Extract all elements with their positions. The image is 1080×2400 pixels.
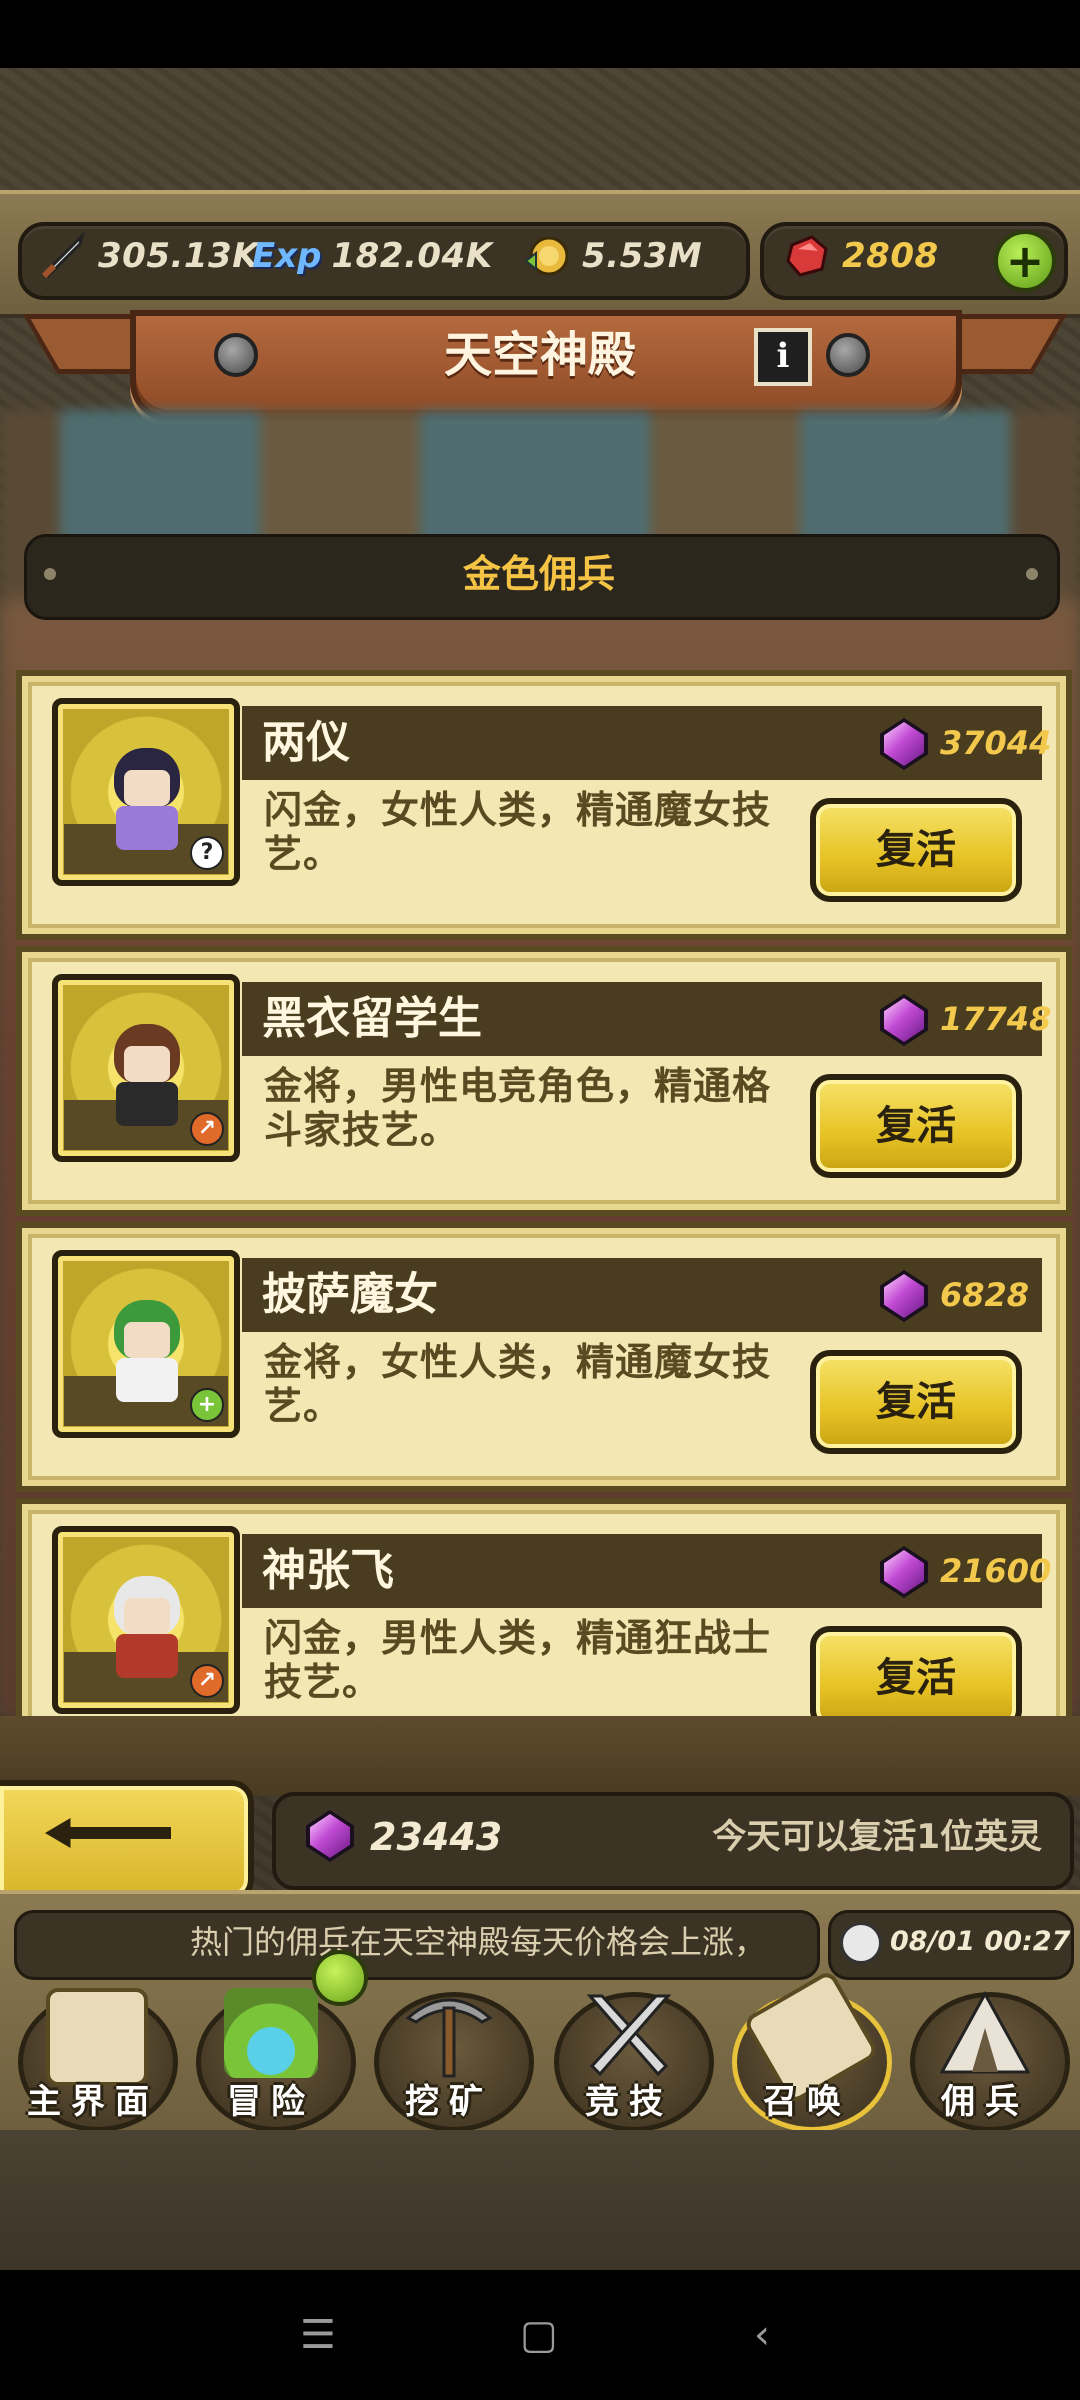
hero-card: + 披萨魔女 6828 金将，女性人类，精通魔女技艺。 复活: [16, 1222, 1072, 1492]
revive-limit-note: 今天可以复活1位英灵: [712, 1817, 1042, 1857]
hero-card: ? 两仪 37044 闪金，女性人类，精通魔女技艺。 复活: [16, 670, 1072, 940]
notification-dot-icon: [312, 1950, 368, 2006]
hero-price: 37044: [940, 724, 1052, 762]
nav-label: 挖矿: [405, 2082, 493, 2122]
hero-description: 金将，女性人类，精通魔女技艺。: [264, 1340, 772, 1428]
exp-resource: Exp 182.04K: [252, 228, 493, 284]
ruby-value: 2808: [842, 236, 939, 276]
hero-name: 神张飞: [262, 1545, 394, 1596]
nav-mercenary[interactable]: 佣兵: [900, 1970, 1070, 2132]
ruby-resource: 2808: [782, 228, 939, 284]
hero-badge-icon: ↗: [190, 1664, 224, 1698]
island-icon: [224, 1988, 318, 2078]
hero-price: 21600: [940, 1552, 1052, 1590]
nav-label: 冒险: [227, 2082, 315, 2122]
hero-name: 两仪: [262, 717, 350, 768]
hero-name: 黑衣留学生: [262, 993, 482, 1044]
gold-coin-icon: [524, 236, 569, 276]
hero-outfit: [116, 1358, 178, 1402]
hero-badge-icon: ↗: [190, 1112, 224, 1146]
scroll-map-icon: [46, 1988, 148, 2086]
nav-label: 竞技: [585, 2082, 673, 2122]
nav-summon[interactable]: 召唤: [722, 1969, 892, 2132]
info-button[interactable]: i: [754, 328, 812, 386]
clock-text: 08/01 00:27: [890, 1926, 1071, 1957]
hero-description: 闪金，男性人类，精通狂战士技艺。: [264, 1616, 772, 1704]
nav-arena[interactable]: 竞技: [544, 1970, 714, 2132]
page-title: 天空神殿: [443, 327, 636, 383]
exp-icon: Exp: [252, 236, 322, 276]
nav-mining[interactable]: 挖矿: [364, 1970, 534, 2132]
hero-portrait[interactable]: +: [52, 1250, 240, 1438]
pickaxe-icon: [405, 1998, 493, 2078]
gold-resource: 5.53M: [522, 228, 702, 284]
revive-button[interactable]: 复活: [810, 1350, 1022, 1454]
hero-price: 17748: [940, 1000, 1052, 1038]
hero-outfit: [116, 806, 178, 850]
nav-label: 佣兵: [941, 2082, 1029, 2122]
status-bar: [0, 0, 1080, 68]
hero-description: 金将，男性电竞角色，精通格斗家技艺。: [264, 1064, 772, 1152]
menu-icon[interactable]: ☰: [300, 2312, 336, 2358]
hero-card: ↗ 神张飞 21600 闪金，男性人类，精通狂战士技艺。 复活: [16, 1498, 1072, 1718]
sword-icon: [41, 231, 85, 279]
category-title: 金色佣兵: [462, 552, 615, 596]
revive-button[interactable]: 复活: [810, 798, 1022, 902]
bottom-stone: [0, 2130, 1080, 2270]
hero-name: 披萨魔女: [262, 1269, 438, 1320]
exp-value: 182.04K: [331, 236, 493, 276]
hero-portrait[interactable]: ?: [52, 698, 240, 886]
arrow-left-icon: [45, 1818, 171, 1848]
back-icon[interactable]: ‹: [754, 2312, 770, 2358]
hero-outfit: [116, 1082, 178, 1126]
hero-badge-icon: ?: [190, 836, 224, 870]
gem-balance: 23443: [370, 1815, 503, 1859]
crossed-swords-icon: [586, 1994, 672, 2077]
hero-list[interactable]: ? 两仪 37044 闪金，女性人类，精通魔女技艺。 复活 ↗ 黑衣留学生 17…: [0, 670, 1080, 1718]
tent-icon: [939, 1990, 1031, 2074]
hero-portrait[interactable]: ↗: [52, 1526, 240, 1714]
hero-card: ↗ 黑衣留学生 17748 金将，男性电竞角色，精通格斗家技艺。 复活: [16, 946, 1072, 1216]
add-ruby-button[interactable]: +: [994, 230, 1056, 292]
nav-label: 主界面: [27, 2082, 159, 2122]
clock-icon: [840, 1922, 882, 1964]
hero-badge-icon: +: [190, 1388, 224, 1422]
revive-button[interactable]: 复活: [810, 1626, 1022, 1718]
home-icon[interactable]: ▢: [520, 2312, 558, 2358]
hero-outfit: [116, 1634, 178, 1678]
revive-button[interactable]: 复活: [810, 1074, 1022, 1178]
attack-resource: 305.13K: [36, 228, 259, 284]
attack-value: 305.13K: [98, 236, 260, 276]
nav-label: 召唤: [763, 2082, 851, 2122]
hero-price: 6828: [940, 1276, 1030, 1314]
news-ticker-text: 热门的佣兵在天空神殿每天价格会上涨，: [190, 1923, 767, 1961]
nav-main[interactable]: 主界面: [8, 1970, 178, 2132]
hero-description: 闪金，女性人类，精通魔女技艺。: [264, 788, 772, 876]
gem-icon: [306, 1810, 354, 1862]
hero-portrait[interactable]: ↗: [52, 974, 240, 1162]
gold-value: 5.53M: [582, 236, 703, 276]
ruby-icon: [786, 235, 828, 277]
